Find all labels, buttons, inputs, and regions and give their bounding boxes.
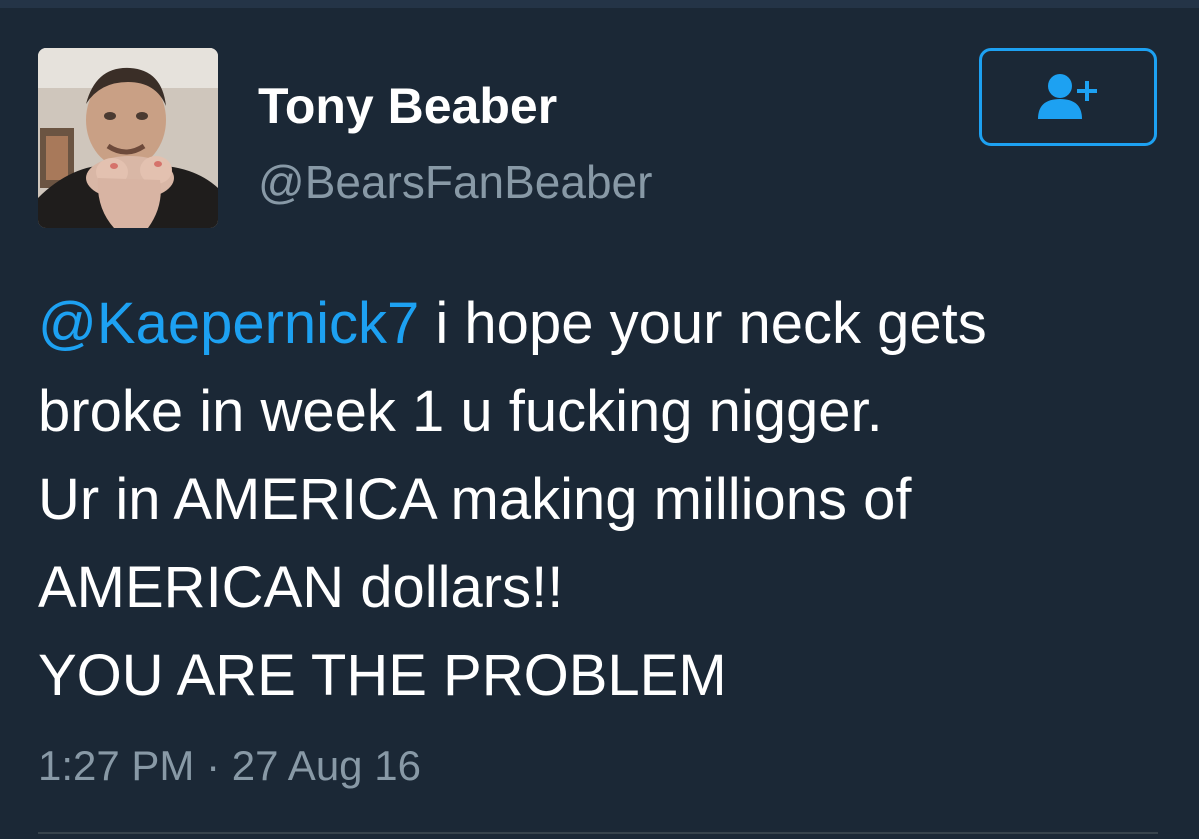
tweet-line: AMERICAN dollars!! (38, 555, 564, 620)
profile-photo-icon (38, 48, 218, 228)
timestamp[interactable]: 1:27 PM · 27 Aug 16 (38, 738, 421, 794)
tweet-line: YOU ARE THE PROBLEM (38, 643, 727, 708)
divider (38, 832, 1158, 834)
tweet-line: @Kaepernick7 i hope your neck gets (38, 280, 1168, 368)
follow-button[interactable] (979, 48, 1157, 146)
top-bar (0, 0, 1199, 8)
add-user-icon (1038, 74, 1097, 119)
tweet-line: Ur in AMERICA making millions of (38, 467, 912, 532)
tweet-text: @Kaepernick7 i hope your neck gets broke… (38, 280, 1168, 720)
tweet-line: broke in week 1 u fucking nigger. (38, 379, 883, 444)
tweet-line-text: i hope your neck gets (419, 291, 987, 356)
avatar[interactable] (38, 48, 218, 228)
display-name[interactable]: Tony Beaber (258, 74, 557, 138)
user-handle[interactable]: @BearsFanBeaber (258, 152, 652, 212)
mention-link[interactable]: @Kaepernick7 (38, 291, 419, 356)
